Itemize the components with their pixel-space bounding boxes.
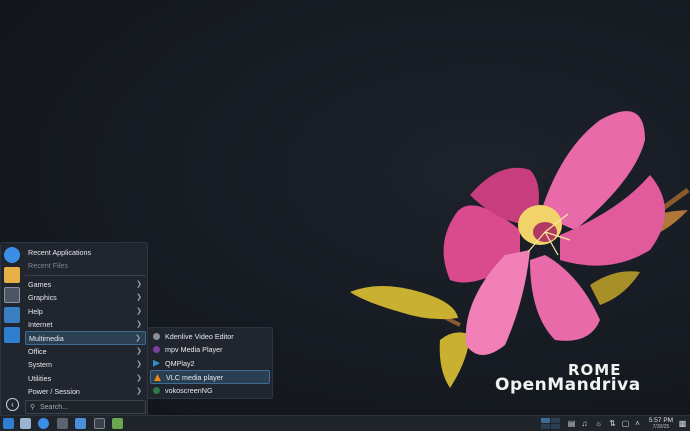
category-label: Recent Files bbox=[28, 261, 68, 271]
help-icon[interactable] bbox=[4, 327, 20, 343]
chevron-right-icon: ❯ bbox=[136, 387, 142, 395]
category-label: Internet bbox=[28, 319, 53, 329]
vokoscreen-icon bbox=[153, 386, 160, 394]
volume-icon[interactable]: ♫ bbox=[580, 419, 589, 428]
chevron-right-icon: ❯ bbox=[135, 335, 141, 343]
browser-icon[interactable] bbox=[38, 418, 49, 429]
chevron-right-icon: ❯ bbox=[136, 347, 142, 355]
category-graphics[interactable]: Graphics ❯ bbox=[25, 291, 146, 304]
trash-icon[interactable]: ▩ bbox=[678, 419, 687, 428]
category-recent-files[interactable]: Recent Files bbox=[25, 259, 146, 272]
vlc-icon bbox=[154, 374, 161, 382]
taskbar: ▤ ♫ ☼ ⇅ ▢ ˄ 5:57 PM 7/30/25 ▩ bbox=[0, 415, 690, 431]
desktop-4[interactable] bbox=[551, 424, 560, 429]
category-power-session[interactable]: Power / Session ❯ bbox=[25, 385, 146, 398]
image-icon[interactable] bbox=[4, 307, 20, 323]
category-label: Help bbox=[28, 306, 43, 316]
app-label: vokoscreenNG bbox=[165, 385, 213, 395]
chevron-right-icon: ❯ bbox=[136, 280, 142, 288]
app-label: QMPlay2 bbox=[165, 358, 195, 368]
desktop-2[interactable] bbox=[551, 418, 560, 423]
category-internet[interactable]: Internet ❯ bbox=[25, 318, 146, 331]
clock[interactable]: 5:57 PM 7/30/25 bbox=[644, 417, 678, 430]
multimedia-submenu: Kdenlive Video Editor mpv Media Player Q… bbox=[147, 327, 273, 399]
folder-icon[interactable] bbox=[75, 418, 86, 429]
desktop-1[interactable] bbox=[541, 418, 550, 423]
mpv-icon bbox=[153, 346, 160, 354]
category-system[interactable]: System ❯ bbox=[25, 358, 146, 371]
terminal-icon[interactable] bbox=[4, 287, 20, 303]
app-kdenlive[interactable]: Kdenlive Video Editor bbox=[150, 330, 270, 343]
search-icon: ⚲ bbox=[30, 404, 36, 411]
category-utilities[interactable]: Utilities ❯ bbox=[25, 372, 146, 385]
search-box[interactable]: ⚲ bbox=[25, 400, 146, 414]
virtual-desktop-pager[interactable] bbox=[541, 418, 561, 430]
application-launcher: Recent Applications Recent Files Games ❯ … bbox=[0, 242, 148, 416]
software-center-icon[interactable] bbox=[112, 418, 123, 429]
files-icon[interactable] bbox=[4, 267, 20, 283]
app-qmplay2[interactable]: QMPlay2 bbox=[150, 357, 270, 370]
settings-icon[interactable] bbox=[57, 418, 68, 429]
category-office[interactable]: Office ❯ bbox=[25, 345, 146, 358]
brand-logo-text: OpenMandriva bbox=[495, 375, 641, 395]
kdenlive-icon bbox=[153, 333, 160, 340]
tray-expand-icon[interactable]: ˄ bbox=[633, 419, 642, 428]
app-label: Kdenlive Video Editor bbox=[165, 332, 234, 341]
category-help[interactable]: Help ❯ bbox=[25, 305, 146, 318]
category-recent-applications[interactable]: Recent Applications bbox=[25, 246, 146, 259]
category-label: Recent Applications bbox=[28, 248, 92, 257]
category-list: Recent Applications Recent Files Games ❯ … bbox=[25, 246, 146, 398]
category-label: System bbox=[28, 360, 52, 370]
category-label: Office bbox=[28, 346, 47, 356]
search-input[interactable] bbox=[40, 402, 140, 412]
brightness-icon[interactable]: ☼ bbox=[594, 419, 603, 428]
back-button[interactable]: ‹ bbox=[6, 398, 19, 411]
terminal-icon[interactable] bbox=[94, 418, 105, 429]
app-label: VLC media player bbox=[166, 373, 224, 383]
chevron-right-icon: ❯ bbox=[136, 320, 142, 328]
category-label: Multimedia bbox=[29, 334, 64, 344]
category-label: Power / Session bbox=[28, 386, 80, 396]
qmplay2-icon bbox=[153, 359, 160, 367]
desktop-3[interactable] bbox=[541, 424, 550, 429]
launcher-icon[interactable] bbox=[3, 418, 14, 429]
favorites-column bbox=[4, 247, 22, 347]
clock-time: 5:57 PM bbox=[648, 417, 674, 424]
category-label: Utilities bbox=[28, 373, 52, 383]
category-games[interactable]: Games ❯ bbox=[25, 278, 146, 291]
category-label: Games bbox=[28, 279, 52, 289]
chevron-right-icon: ❯ bbox=[136, 294, 142, 302]
app-mpv[interactable]: mpv Media Player bbox=[150, 343, 270, 356]
clipboard-icon[interactable]: ▤ bbox=[567, 419, 576, 428]
network-icon[interactable]: ⇅ bbox=[608, 419, 617, 428]
app-vokoscreen[interactable]: vokoscreenNG bbox=[150, 384, 270, 397]
display-icon[interactable]: ▢ bbox=[621, 419, 630, 428]
chevron-right-icon: ❯ bbox=[136, 307, 142, 315]
files-icon[interactable] bbox=[20, 418, 31, 429]
chevron-right-icon: ❯ bbox=[136, 374, 142, 382]
clock-date: 7/30/25 bbox=[652, 424, 670, 430]
category-multimedia[interactable]: Multimedia ❯ bbox=[25, 331, 146, 345]
chevron-right-icon: ❯ bbox=[136, 361, 142, 369]
divider bbox=[25, 274, 146, 276]
app-label: mpv Media Player bbox=[165, 345, 223, 355]
app-vlc[interactable]: VLC media player bbox=[150, 370, 270, 384]
arrow-left-icon: ‹ bbox=[11, 400, 14, 409]
browser-icon[interactable] bbox=[4, 247, 20, 263]
category-label: Graphics bbox=[28, 293, 57, 303]
